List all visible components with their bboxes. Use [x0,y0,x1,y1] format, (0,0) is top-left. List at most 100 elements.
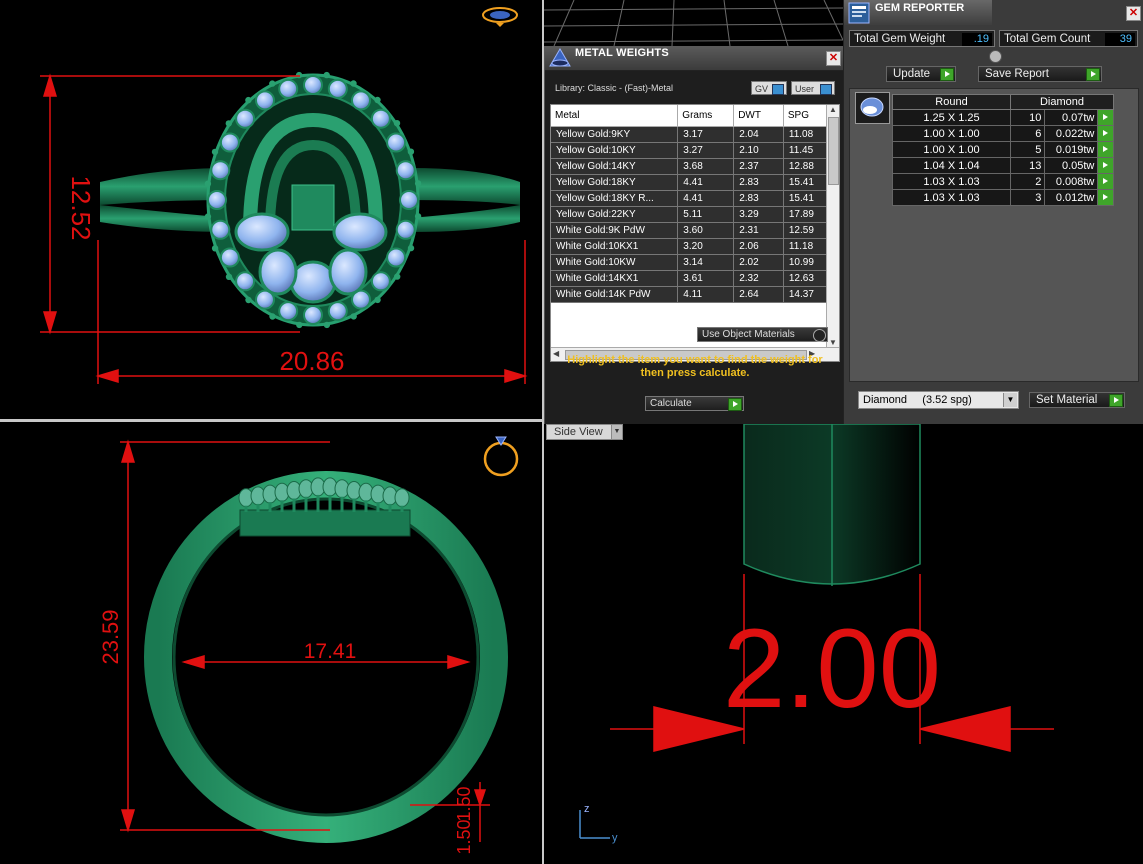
table-cell: 2.37 [733,158,784,175]
prong [269,313,276,320]
scroll-thumb[interactable] [828,117,839,185]
table-cell: Yellow Gold:14KY [551,158,679,175]
vertical-scrollbar[interactable]: ▲ ▼ [826,105,839,347]
table-cell: Yellow Gold:22KY [551,206,679,223]
halo-gem [370,271,391,292]
prong [350,313,357,320]
axis-z: z [584,803,590,815]
scroll-up-icon[interactable]: ▲ [829,105,837,114]
table-cell: 3.14 [677,254,735,271]
table-row[interactable]: Yellow Gold:10KY 3.27 2.10 11.45 [551,142,832,159]
center-setting [291,184,335,231]
gem-reporter-titlebar[interactable]: GEM REPORTER [844,0,992,25]
gem-count: 2 [1009,173,1046,190]
halo-gem [207,190,227,210]
halo-gem [327,78,348,99]
dim-height-top: 12.52 [66,175,96,240]
viewport-top[interactable]: 12.52 20.86 [0,0,542,419]
round-gem-icon [855,92,890,124]
gem-select-button[interactable] [1097,189,1114,206]
halo-gem [303,305,323,325]
calculate-button[interactable]: Calculate [645,396,744,411]
play-arrow-icon [1086,68,1100,81]
gem-select-button[interactable] [1097,109,1114,126]
metal-table-header[interactable]: Grams [677,105,735,127]
table-cell: 14.37 [783,286,832,303]
table-cell: 3.68 [677,158,735,175]
table-row[interactable]: Yellow Gold:18KY R... 4.41 2.83 15.41 [551,190,832,207]
table-row[interactable]: Yellow Gold:9KY 3.17 2.04 11.08 [551,126,832,143]
gem-list: Round Diamond 1.25 X 1.25 10 0.07tw 1.00 X … [849,88,1139,382]
metal-table-header[interactable]: DWT [733,105,784,127]
scroll-left-icon[interactable]: ◀ [553,349,559,358]
gem-row[interactable]: 1.04 X 1.04 13 0.05tw [892,157,1114,174]
metal-table-header[interactable]: Metal [551,105,679,127]
prong [211,148,219,156]
prong [296,321,303,329]
prong [295,71,303,79]
halo-gem [386,132,407,153]
scroll-down-icon[interactable]: ▼ [829,338,837,347]
prong [393,120,401,127]
viewport-divider-horizontal[interactable] [0,419,542,422]
table-row[interactable]: White Gold:10KW 3.14 2.02 10.99 [551,254,832,271]
set-material-button[interactable]: Set Material [1029,392,1125,408]
table-cell: 4.41 [677,190,735,207]
viewport-side[interactable]: 2.00 z y [544,424,1143,864]
table-cell: 15.41 [783,190,832,207]
table-row[interactable]: Yellow Gold:14KY 3.68 2.37 12.88 [551,158,832,175]
table-row[interactable]: White Gold:14KX1 3.61 2.32 12.63 [551,270,832,287]
update-button[interactable]: Update [886,66,956,82]
side-view-dropdown[interactable]: Side View ▼ [546,424,623,440]
table-cell: 2.06 [733,238,784,255]
gem-reporter-close-button[interactable]: ✕ [1126,6,1141,21]
table-cell: 2.02 [733,254,784,271]
gem-select-button[interactable] [1097,173,1114,190]
halo-gem [219,247,240,268]
metal-weights-close-button[interactable]: ✕ [826,51,841,66]
prong [323,321,331,329]
collapse-toggle-icon[interactable] [989,50,1002,63]
gem-select-button[interactable] [1097,125,1114,142]
user-toggle[interactable]: User [791,81,835,95]
table-cell: Yellow Gold:10KY [551,142,679,159]
use-object-materials-label: Use Object Materials [702,329,795,340]
table-row[interactable]: Yellow Gold:22KY 5.11 3.29 17.89 [551,206,832,223]
table-row[interactable]: White Gold:14K PdW 4.11 2.64 14.37 [551,286,832,303]
metal-weights-titlebar[interactable]: METAL WEIGHTS ✕ [545,46,844,71]
table-row[interactable]: White Gold:9K PdW 3.60 2.31 12.59 [551,222,832,239]
gem-size: 1.25 X 1.25 [892,109,1011,126]
gem-row[interactable]: 1.03 X 1.03 3 0.012tw [892,189,1114,206]
user-toggle-label: User [795,84,815,94]
table-cell: 2.31 [733,222,784,239]
gem-row[interactable]: 1.03 X 1.03 2 0.008tw [892,173,1114,190]
chevron-down-icon: ▼ [611,425,622,439]
gem-row[interactable]: 1.25 X 1.25 10 0.07tw [892,109,1114,126]
halo-gem [235,108,256,129]
prong [211,245,219,252]
viewport-divider-vertical[interactable] [542,0,544,864]
gem-row[interactable]: 1.00 X 1.00 5 0.019tw [892,141,1114,158]
table-row[interactable]: Yellow Gold:18KY 4.41 2.83 15.41 [551,174,832,191]
table-row[interactable]: White Gold:10KX1 3.20 2.06 11.18 [551,238,832,255]
table-cell: White Gold:9K PdW [551,222,679,239]
table-cell: 4.11 [677,286,735,303]
toggle-switch-icon [772,84,784,95]
gv-toggle[interactable]: GV [751,81,787,95]
save-report-button[interactable]: Save Report [978,66,1102,82]
prong [225,273,233,280]
table-cell: 2.04 [733,126,784,143]
metal-table-header[interactable]: SPG [783,105,832,127]
metal-table-container[interactable]: Metal Grams DWT SPG Yellow Gold:9KY 3.17 2.04… [550,104,840,362]
total-gem-count-value: 39 [1105,33,1135,46]
gem-row[interactable]: 1.00 X 1.00 6 0.022tw [892,125,1114,142]
gem-select-button[interactable] [1097,157,1114,174]
material-select[interactable]: Diamond (3.52 spg) ▼ [858,391,1019,409]
total-gem-weight-label: Total Gem Weight [854,33,946,45]
viewport-front[interactable]: 23.59 17.41 1.50 1.50 [0,422,542,864]
gem-select-button[interactable] [1097,141,1114,158]
table-cell: 4.41 [677,174,735,191]
prong [204,180,212,187]
table-cell: 2.32 [733,270,784,287]
use-object-materials-toggle[interactable]: Use Object Materials [697,327,828,342]
